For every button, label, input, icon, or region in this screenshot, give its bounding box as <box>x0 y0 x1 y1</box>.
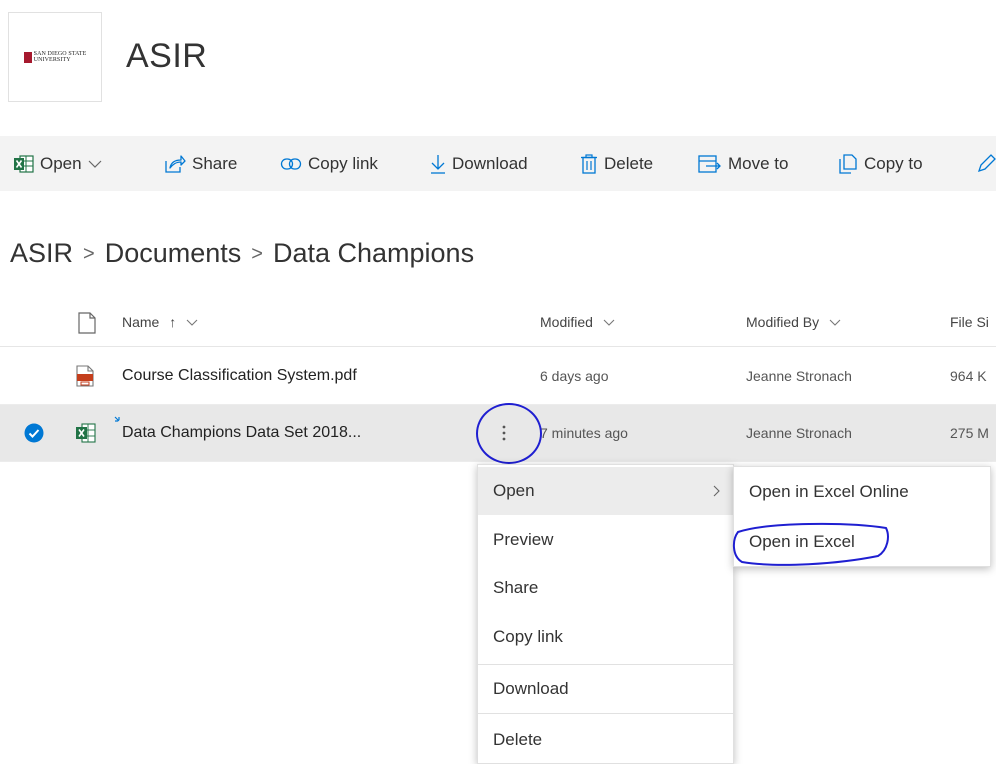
name-column-header[interactable]: Name ↑ <box>122 314 198 330</box>
menu-item-delete-label: Delete <box>493 730 543 749</box>
modified-by-value: Jeanne Stronach <box>746 425 852 441</box>
menu-item-preview-label: Preview <box>493 530 554 549</box>
menu-item-delete[interactable]: Delete <box>478 716 733 764</box>
move-icon <box>698 154 721 173</box>
share-label: Share <box>192 153 238 173</box>
open-label: Open <box>40 153 82 173</box>
excel-file-icon <box>76 405 96 461</box>
submenu-open-in-excel-online-label: Open in Excel Online <box>749 482 909 501</box>
move-to-button[interactable]: Move to <box>698 136 788 191</box>
file-name[interactable]: Data Champions Data Set 2018... <box>122 405 361 461</box>
menu-item-preview[interactable]: Preview <box>478 516 733 564</box>
list-header: Name ↑ Modified Modified By File Si <box>0 300 996 347</box>
modified-by-column-header[interactable]: Modified By <box>746 314 841 330</box>
chevron-down-icon <box>829 319 841 327</box>
chevron-down-icon <box>186 319 198 327</box>
copy-to-button[interactable]: Copy to <box>838 136 923 191</box>
open-button[interactable]: Open <box>14 136 102 191</box>
download-button[interactable]: Download <box>430 136 528 191</box>
delete-button[interactable]: Delete <box>580 136 653 191</box>
share-button[interactable]: Share <box>164 136 237 191</box>
menu-item-download-label: Download <box>493 679 569 698</box>
modified-value: 6 days ago <box>540 368 609 384</box>
pdf-file-icon <box>76 348 94 404</box>
copy-link-label: Copy link <box>308 153 378 173</box>
menu-item-share-label: Share <box>493 578 539 597</box>
menu-divider <box>478 713 733 714</box>
breadcrumb-current-folder[interactable]: Data Champions <box>273 238 474 268</box>
trash-icon <box>581 153 597 174</box>
checkmark-circle-icon <box>24 423 44 443</box>
logo-text-line2: UNIVERSITY <box>33 57 71 63</box>
menu-item-share[interactable]: Share <box>478 564 733 612</box>
breadcrumb-documents[interactable]: Documents <box>105 238 242 268</box>
name-column-label: Name <box>122 314 160 330</box>
delete-label: Delete <box>604 153 654 173</box>
modified-column-header[interactable]: Modified <box>540 314 615 330</box>
file-size-column-header[interactable]: File Si <box>950 314 989 330</box>
copy-to-label: Copy to <box>864 153 923 173</box>
menu-item-download[interactable]: Download <box>478 665 733 713</box>
download-label: Download <box>452 153 528 173</box>
copy-icon <box>839 153 857 174</box>
breadcrumb-separator-icon: > <box>83 243 95 265</box>
download-icon <box>431 154 445 174</box>
submenu-open-in-excel-online[interactable]: Open in Excel Online <box>734 468 990 516</box>
chevron-down-icon <box>88 160 102 168</box>
file-size-value: 275 M <box>950 425 989 441</box>
command-bar: Open Share Copy link Download Delete Mov… <box>0 136 996 191</box>
modified-value: 7 minutes ago <box>540 425 628 441</box>
excel-icon <box>14 154 34 173</box>
sdsu-emblem-icon <box>23 51 32 63</box>
modified-by-column-label: Modified By <box>746 314 820 330</box>
chevron-down-icon <box>603 319 615 327</box>
link-icon <box>280 157 302 170</box>
annotation-circle <box>476 403 542 464</box>
menu-item-copy-link[interactable]: Copy link <box>478 613 733 661</box>
context-menu: Open Preview Share Copy link Download De… <box>477 464 734 764</box>
breadcrumb-site[interactable]: ASIR <box>10 238 73 268</box>
file-size-value: 964 K <box>950 368 987 384</box>
breadcrumb: ASIR > Documents > Data Champions <box>10 238 474 269</box>
modified-by-value: Jeanne Stronach <box>746 368 852 384</box>
move-to-label: Move to <box>728 153 789 173</box>
share-icon <box>165 154 186 173</box>
breadcrumb-separator-icon: > <box>251 243 263 265</box>
menu-item-open-label: Open <box>493 481 535 500</box>
modified-column-label: Modified <box>540 314 593 330</box>
menu-item-open[interactable]: Open <box>478 467 733 515</box>
annotation-scribble <box>732 522 889 566</box>
menu-item-copy-link-label: Copy link <box>493 627 563 646</box>
copy-link-button[interactable]: Copy link <box>280 136 378 191</box>
chevron-right-icon <box>713 485 720 497</box>
site-logo[interactable]: SAN DIEGO STATE UNIVERSITY <box>8 12 102 102</box>
table-row[interactable]: Course Classification System.pdf 6 days … <box>0 348 996 405</box>
sort-ascending-icon: ↑ <box>169 314 177 330</box>
pencil-icon <box>977 153 996 172</box>
file-type-header-icon[interactable] <box>78 312 96 334</box>
row-checkbox[interactable] <box>24 405 44 461</box>
file-name[interactable]: Course Classification System.pdf <box>122 348 357 404</box>
site-title[interactable]: ASIR <box>126 37 207 76</box>
rename-button[interactable] <box>976 136 996 191</box>
